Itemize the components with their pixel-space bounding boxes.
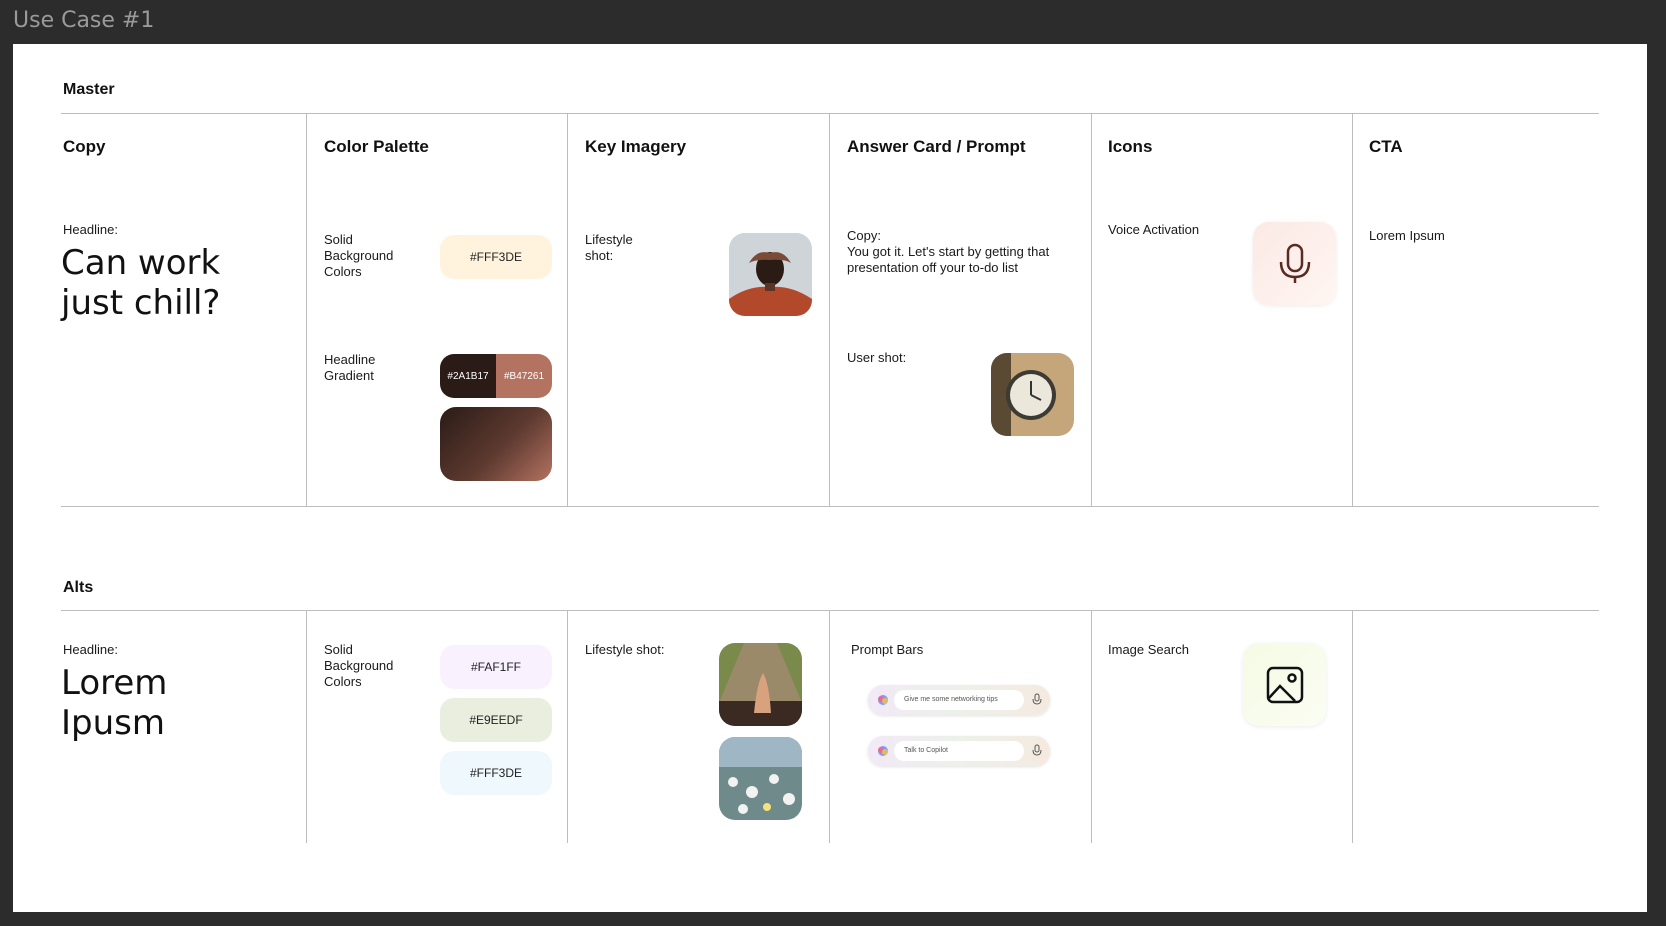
- gradient-preview: [440, 407, 552, 481]
- section-label-alts: Alts: [63, 579, 94, 596]
- microphone-icon: [1253, 222, 1336, 305]
- column-header-icons: Icons: [1108, 137, 1153, 156]
- divider: [61, 506, 1599, 507]
- alt-headline-line-1: Lorem: [61, 663, 168, 703]
- column-header-answer: Answer Card / Prompt: [847, 137, 1026, 156]
- headline-line-2: just chill?: [61, 283, 221, 323]
- column-header-imagery: Key Imagery: [585, 137, 687, 156]
- swatch-alt-1: #FAF1FF: [440, 645, 552, 689]
- swatch-alt-3: #FFF3DE: [440, 751, 552, 795]
- swatch-gradient-end: #B47261: [496, 354, 552, 398]
- column-divider: [1091, 114, 1092, 506]
- lifestyle-label: Lifestyle shot:: [585, 232, 633, 263]
- window-title: Use Case #1: [13, 8, 155, 33]
- alt-headline-label: Headline:: [63, 642, 118, 657]
- user-shot-label: User shot:: [847, 350, 907, 365]
- lifestyle-image-road: [719, 643, 802, 726]
- column-header-cta: CTA: [1369, 137, 1403, 156]
- divider: [61, 113, 1599, 114]
- swatch-alt-2: #E9EEDF: [440, 698, 552, 742]
- lifestyle-image-flowers: [719, 737, 802, 820]
- column-divider: [306, 114, 307, 506]
- column-divider: [829, 611, 830, 843]
- cta-text[interactable]: Lorem Ipsum: [1369, 228, 1445, 244]
- swatch-solid: #FFF3DE: [440, 235, 552, 279]
- image-search-label: Image Search: [1108, 642, 1189, 657]
- lifestyle-image: [729, 233, 812, 316]
- copilot-logo-icon: [878, 746, 888, 756]
- headline-label: Headline:: [63, 222, 118, 237]
- prompt-bars-label: Prompt Bars: [851, 642, 924, 657]
- prompt-bar-2-input[interactable]: Talk to Copilot: [894, 741, 1024, 761]
- column-divider: [306, 611, 307, 843]
- answer-copy-text: You got it. Let's start by getting that …: [847, 244, 1050, 275]
- divider: [61, 610, 1599, 611]
- prompt-bar-1[interactable]: Give me some networking tips: [868, 685, 1050, 715]
- column-divider: [567, 114, 568, 506]
- gradient-swatch-pair: #2A1B17 #B47261: [440, 354, 552, 398]
- prompt-bar-1-input[interactable]: Give me some networking tips: [894, 690, 1024, 710]
- column-divider: [829, 114, 830, 506]
- user-shot-image: [991, 353, 1074, 436]
- column-header-palette: Color Palette: [324, 137, 429, 156]
- solid-bg-label: Solid Background Colors: [324, 232, 394, 279]
- microphone-icon[interactable]: [1032, 693, 1042, 707]
- section-label-master: Master: [63, 81, 115, 98]
- canvas-board: Master Copy Color Palette Key Imagery An…: [13, 44, 1647, 912]
- column-divider: [1091, 611, 1092, 843]
- answer-copy-label: Copy:: [847, 228, 881, 243]
- prompt-bar-2[interactable]: Talk to Copilot: [868, 736, 1050, 766]
- column-divider: [567, 611, 568, 843]
- voice-activation-label: Voice Activation: [1108, 222, 1200, 237]
- headline-line-1: Can work: [61, 243, 221, 283]
- gradient-label: Headline Gradient: [324, 352, 376, 383]
- column-header-copy: Copy: [63, 137, 106, 156]
- alt-lifestyle-label: Lifestyle shot:: [585, 642, 665, 657]
- microphone-icon[interactable]: [1032, 744, 1042, 758]
- swatch-gradient-start: #2A1B17: [440, 354, 496, 398]
- alt-solid-bg-label: Solid Background Colors: [324, 642, 394, 689]
- alt-headline-line-2: Ipusm: [61, 703, 165, 743]
- copilot-logo-icon: [878, 695, 888, 705]
- image-icon: [1243, 643, 1326, 726]
- column-divider: [1352, 611, 1353, 843]
- column-divider: [1352, 114, 1353, 506]
